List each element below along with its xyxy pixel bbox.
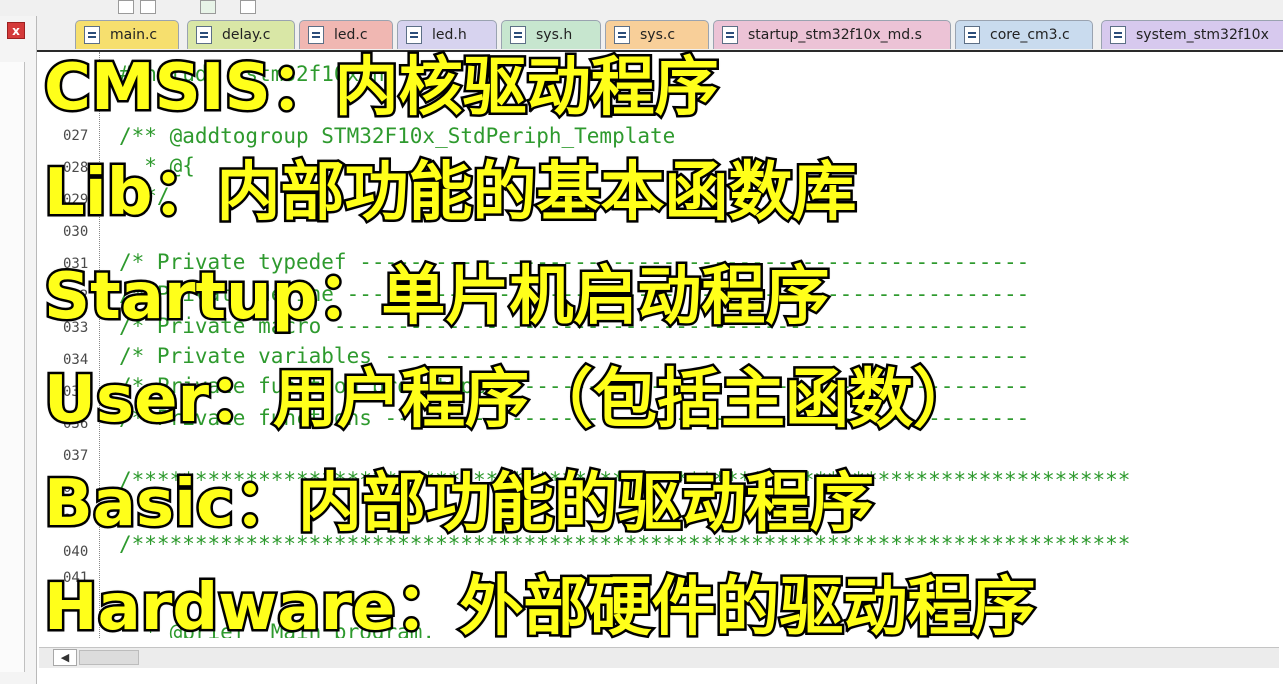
file-icon bbox=[196, 26, 212, 44]
code-line: * @brief Main program. bbox=[119, 620, 436, 638]
scroll-thumb[interactable] bbox=[79, 650, 139, 665]
code-line: /***************************************… bbox=[119, 468, 1131, 492]
project-panel bbox=[0, 16, 37, 684]
line-number: 036 bbox=[63, 416, 89, 432]
line-number: 030 bbox=[63, 224, 89, 240]
line-number: 041 bbox=[63, 570, 89, 586]
toolbar bbox=[0, 0, 1283, 17]
editor-tab-bar: main.c delay.c led.c led.h sys.h sys.c s… bbox=[37, 16, 1283, 50]
tab-label: sys.h bbox=[536, 27, 573, 43]
line-number: 034 bbox=[63, 352, 89, 368]
code-line: /* Private define ----------------------… bbox=[119, 282, 1030, 306]
code-line: */ bbox=[119, 184, 170, 208]
file-icon bbox=[614, 26, 630, 44]
file-icon bbox=[308, 26, 324, 44]
tab-label: led.h bbox=[432, 27, 467, 43]
code-line: /* Private typedef ---------------------… bbox=[119, 250, 1030, 274]
tab-led-c[interactable]: led.c bbox=[299, 20, 393, 49]
line-number: 029 bbox=[63, 192, 89, 208]
file-icon bbox=[722, 26, 738, 44]
file-icon bbox=[406, 26, 422, 44]
tab-sys-c[interactable]: sys.c bbox=[605, 20, 709, 49]
tab-label: sys.c bbox=[640, 27, 676, 43]
tab-label: startup_stm32f10x_md.s bbox=[748, 27, 922, 43]
code-line: /* Private macro -----------------------… bbox=[119, 314, 1030, 338]
toolbar-button[interactable] bbox=[200, 0, 216, 14]
file-icon bbox=[964, 26, 980, 44]
scroll-left-icon[interactable]: ◀ bbox=[53, 649, 77, 666]
line-number: 033 bbox=[63, 320, 89, 336]
file-icon bbox=[84, 26, 100, 44]
line-number: 035 bbox=[63, 384, 89, 400]
tab-main-c[interactable]: main.c bbox=[75, 20, 179, 49]
tab-led-h[interactable]: led.h bbox=[397, 20, 497, 49]
horizontal-scrollbar[interactable]: ◀ bbox=[39, 647, 1279, 668]
code-line: /* Private variables -------------------… bbox=[119, 344, 1030, 368]
project-panel-scrollbar[interactable] bbox=[0, 62, 25, 672]
code-line: /** @addtogroup STM32F10x_StdPeriph_Temp… bbox=[119, 124, 676, 148]
code-line: * @{ bbox=[119, 154, 195, 178]
tab-label: system_stm32f10x bbox=[1136, 27, 1269, 43]
tab-delay-c[interactable]: delay.c bbox=[187, 20, 295, 49]
code-line: #include "stm32f10x.h" bbox=[119, 62, 398, 86]
line-number-gutter: 027 028 029 030 031 032 033 034 035 036 … bbox=[37, 52, 100, 638]
tab-sys-h[interactable]: sys.h bbox=[501, 20, 601, 49]
toolbar-button[interactable] bbox=[140, 0, 156, 14]
file-icon bbox=[510, 26, 526, 44]
line-number: 040 bbox=[63, 544, 89, 560]
line-number: 039 bbox=[63, 512, 89, 528]
tab-startup-s[interactable]: startup_stm32f10x_md.s bbox=[713, 20, 951, 49]
close-panel-button[interactable]: x bbox=[7, 22, 25, 39]
line-number: 027 bbox=[63, 128, 89, 144]
tab-label: main.c bbox=[110, 27, 158, 43]
line-number: 028 bbox=[63, 160, 89, 176]
code-line: /***************************************… bbox=[119, 532, 1131, 556]
code-area[interactable]: #include "stm32f10x.h" /** @addtogroup S… bbox=[119, 52, 1283, 638]
line-number: 031 bbox=[63, 256, 89, 272]
tab-label: core_cm3.c bbox=[990, 27, 1070, 43]
line-number: 038 bbox=[63, 480, 89, 496]
tab-core-cm3-c[interactable]: core_cm3.c bbox=[955, 20, 1093, 49]
tab-system-stm32f10x[interactable]: system_stm32f10x bbox=[1101, 20, 1283, 49]
line-number: 037 bbox=[63, 448, 89, 464]
toolbar-button[interactable] bbox=[118, 0, 134, 14]
tab-label: delay.c bbox=[222, 27, 271, 43]
toolbar-button[interactable] bbox=[240, 0, 256, 14]
code-editor[interactable]: 027 028 029 030 031 032 033 034 035 036 … bbox=[37, 50, 1283, 684]
file-icon bbox=[1110, 26, 1126, 44]
code-line: /* Private function prototypes ---------… bbox=[119, 374, 1030, 398]
line-number: 032 bbox=[63, 288, 89, 304]
code-line: /* Private functions -------------------… bbox=[119, 406, 1030, 430]
tab-label: led.c bbox=[334, 27, 368, 43]
